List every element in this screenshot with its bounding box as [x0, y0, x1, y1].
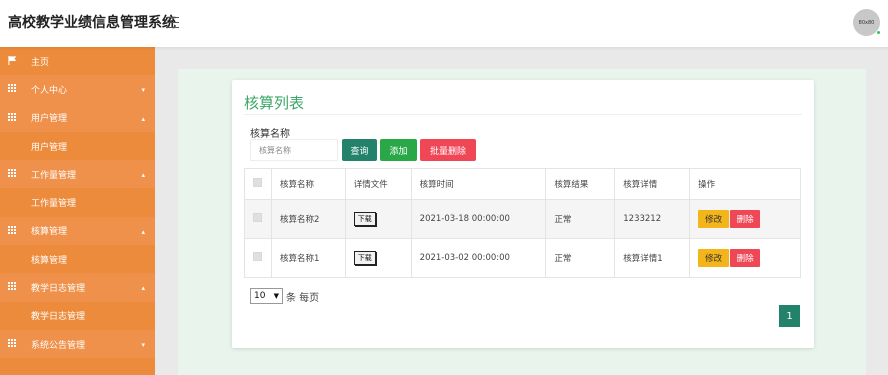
cell-result: 正常	[545, 199, 616, 239]
data-table: 核算名称 详情文件 核算时间 核算结果 核算详情 操作 核算名称2 下载 202…	[244, 168, 801, 278]
sidebar-item-workload[interactable]: 工作量管理 ▴	[0, 160, 155, 189]
table-row: 核算名称2 下载 2021-03-18 00:00:00 正常 1233212 …	[244, 199, 801, 239]
page-title: 核算列表	[244, 94, 305, 112]
sidebar-item-home[interactable]: 主页	[0, 47, 155, 76]
search-label: 核算名称	[250, 129, 290, 140]
select-all-checkbox[interactable]	[253, 178, 262, 187]
column-header: 核算名称	[270, 168, 346, 200]
batch-delete-button[interactable]: 批量删除	[420, 139, 476, 161]
cell-name: 核算名称1	[270, 238, 346, 278]
cell-actions: 修改 删除	[689, 199, 801, 239]
search-input[interactable]	[250, 139, 338, 161]
sidebar-subitem-accounting[interactable]: 核算管理	[0, 245, 155, 274]
cell-detail: 核算详情1	[614, 238, 691, 278]
page-size-value: 10	[254, 291, 266, 301]
grid-icon	[8, 84, 17, 93]
sidebar-item-label: 个人中心	[31, 85, 68, 96]
cell-result: 正常	[545, 238, 616, 278]
column-header: 核算结果	[545, 168, 616, 200]
list-card: 核算列表 核算名称 查询 添加 批量删除 核算名称 详情文件 核算时间 核算结果…	[232, 80, 814, 348]
sidebar-item-accounting[interactable]: 核算管理 ▴	[0, 216, 155, 246]
column-header: 操作	[689, 168, 801, 200]
download-button[interactable]: 下载	[353, 251, 376, 265]
title-divider	[244, 114, 802, 115]
chevron-up-icon: ▴	[141, 284, 145, 293]
chevron-down-icon: ▾	[141, 86, 145, 95]
delete-button[interactable]: 删除	[730, 210, 761, 228]
cell-time: 2021-03-18 00:00:00	[410, 199, 547, 239]
avatar-text: 80x80	[858, 19, 875, 26]
sidebar-subitem-workload[interactable]: 工作量管理	[0, 188, 155, 217]
edit-button[interactable]: 修改	[698, 249, 730, 267]
add-button[interactable]: 添加	[380, 139, 417, 161]
sidebar-item-users[interactable]: 用户管理 ▴	[0, 103, 155, 132]
row-checkbox[interactable]	[253, 252, 262, 261]
column-header: 核算时间	[410, 168, 547, 200]
chevron-up-icon: ▴	[141, 227, 145, 236]
row-select-cell	[244, 238, 272, 278]
chevron-down-icon: ▼	[273, 292, 279, 300]
page-number-button[interactable]: 1	[779, 305, 800, 327]
row-checkbox[interactable]	[253, 213, 262, 222]
cell-name: 核算名称2	[270, 199, 346, 239]
grid-icon	[8, 282, 17, 291]
sidebar-item-label: 用户管理	[31, 142, 68, 153]
sidebar-item-profile[interactable]: 个人中心 ▾	[0, 75, 155, 104]
sidebar: 主页 个人中心 ▾ 用户管理 ▴ 用户管理 工作量管理 ▴ 工作量管理 核算管理…	[0, 47, 155, 375]
cell-actions: 修改 删除	[689, 238, 801, 278]
chevron-up-icon: ▴	[141, 114, 145, 123]
hamburger-menu-icon[interactable]	[166, 17, 179, 28]
chevron-down-icon: ▾	[141, 340, 145, 349]
edit-button[interactable]: 修改	[698, 210, 730, 228]
cell-file: 下载	[344, 199, 412, 239]
column-header: 核算详情	[614, 168, 691, 200]
cell-detail: 1233212	[614, 199, 691, 239]
sidebar-item-label: 系统公告管理	[31, 340, 86, 351]
grid-icon	[8, 169, 17, 178]
row-select-cell	[244, 199, 272, 239]
avatar[interactable]: 80x80	[853, 9, 881, 36]
grid-icon	[8, 112, 17, 122]
sidebar-item-label: 用户管理	[31, 114, 68, 125]
sidebar-item-label: 教学日志管理	[31, 284, 86, 295]
sidebar-subitem-users[interactable]: 用户管理	[0, 131, 155, 161]
sidebar-item-label: 核算管理	[31, 255, 68, 266]
page-size-select[interactable]: 10 ▼	[250, 288, 283, 304]
top-header: 高校教学业绩信息管理系统 80x80	[0, 0, 888, 47]
select-all-cell	[244, 168, 272, 200]
delete-button[interactable]: 删除	[730, 249, 761, 267]
cell-file: 下载	[344, 238, 412, 278]
sidebar-subitem-teaching-log[interactable]: 教学日志管理	[0, 301, 155, 330]
chevron-up-icon: ▴	[141, 171, 145, 180]
sidebar-item-teaching-log[interactable]: 教学日志管理 ▴	[0, 273, 155, 302]
query-button[interactable]: 查询	[342, 139, 377, 161]
download-button[interactable]: 下载	[353, 212, 376, 226]
sidebar-item-label: 核算管理	[31, 227, 68, 238]
online-status-dot	[876, 30, 881, 35]
sidebar-item-label: 教学日志管理	[31, 312, 86, 323]
column-header: 详情文件	[344, 168, 412, 200]
table-header-row: 核算名称 详情文件 核算时间 核算结果 核算详情 操作	[244, 168, 801, 200]
grid-icon	[8, 225, 17, 235]
cell-time: 2021-03-02 00:00:00	[410, 238, 547, 278]
sidebar-item-label: 主页	[31, 57, 50, 68]
sidebar-item-label: 工作量管理	[31, 199, 77, 210]
sidebar-item-announcements[interactable]: 系统公告管理 ▾	[0, 329, 155, 359]
page-size-label: 条 每页	[286, 293, 320, 304]
flag-icon	[8, 56, 17, 65]
table-row: 核算名称1 下载 2021-03-02 00:00:00 正常 核算详情1 修改…	[244, 238, 801, 278]
sidebar-item-label: 工作量管理	[31, 170, 77, 181]
grid-icon	[8, 338, 17, 348]
app-title: 高校教学业绩信息管理系统	[8, 15, 176, 31]
